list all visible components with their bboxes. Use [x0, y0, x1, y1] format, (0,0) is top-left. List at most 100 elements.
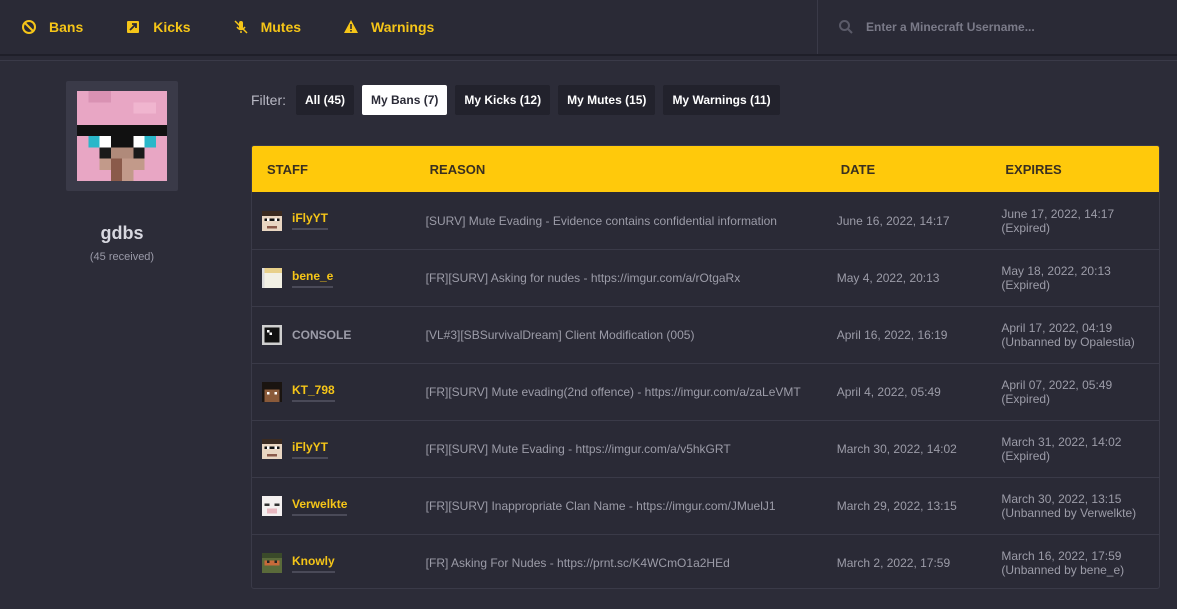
header-staff: STAFF [267, 161, 308, 177]
expires-status: (Unbanned by bene_e) [1001, 563, 1125, 577]
nav-bans-label: Bans [49, 19, 84, 35]
nav-warnings-label: Warnings [371, 19, 435, 35]
expires-date: March 30, 2022, 13:15 [1001, 492, 1122, 506]
staff-head-icon [262, 268, 282, 288]
table-row[interactable]: KT_798 [FR][SURV] Mute evading(2nd offen… [252, 363, 1159, 420]
expires-cell: April 17, 2022, 04:19 (Unbanned by Opale… [991, 321, 1159, 349]
nav-mutes-label: Mutes [260, 19, 302, 35]
reason-cell: [FR][SURV] Mute Evading - https://imgur.… [425, 442, 731, 456]
expires-cell: June 17, 2022, 14:17 (Expired) [991, 207, 1159, 235]
table-row[interactable]: Knowly [FR] Asking For Nudes - https://p… [252, 534, 1159, 588]
staff-cell: bene_e [252, 268, 414, 288]
expires-date: March 31, 2022, 14:02 [1001, 435, 1122, 449]
table-body: iFlyYT [SURV] Mute Evading - Evidence co… [252, 192, 1159, 588]
staff-head-icon [262, 439, 282, 459]
date-cell: May 4, 2022, 20:13 [836, 271, 940, 285]
ban-icon [22, 20, 36, 34]
bans-table: STAFF REASON DATE EXPIRES iFlyYT [SURV] … [251, 145, 1160, 589]
staff-name-link[interactable]: Verwelkte [292, 497, 348, 516]
expires-status: (Unbanned by Opalestia) [1001, 335, 1135, 349]
reason-cell: [SURV] Mute Evading - Evidence contains … [425, 213, 777, 228]
filter-my-warnings[interactable]: My Warnings (11) [663, 85, 780, 115]
staff-cell: iFlyYT [252, 439, 414, 459]
player-head-icon [77, 91, 167, 181]
expires-date: April 07, 2022, 05:49 [1001, 378, 1113, 392]
filter-label: Filter: [251, 92, 286, 108]
expires-date: June 17, 2022, 14:17 [1001, 206, 1115, 221]
staff-name-link[interactable]: KT_798 [292, 383, 335, 402]
nav-warnings[interactable]: Warnings [322, 0, 455, 54]
header-expires: EXPIRES [1005, 161, 1062, 177]
filter-my-kicks[interactable]: My Kicks (12) [455, 85, 551, 115]
reason-cell: [FR][SURV] Mute evading(2nd offence) - h… [425, 385, 801, 399]
expires-cell: March 31, 2022, 14:02 (Expired) [991, 435, 1159, 463]
staff-cell: iFlyYT [252, 210, 414, 231]
reason-cell: [FR] Asking For Nudes - https://prnt.sc/… [425, 556, 730, 570]
search-input[interactable] [866, 20, 1156, 34]
filter-bar: Filter: All (45) My Bans (7) My Kicks (1… [251, 85, 788, 115]
table-row[interactable]: iFlyYT [SURV] Mute Evading - Evidence co… [252, 192, 1159, 249]
main-content: gdbs (45 received) Filter: All (45) My B… [0, 60, 1177, 609]
date-cell: June 16, 2022, 14:17 [836, 213, 950, 228]
staff-cell: Knowly [252, 553, 414, 573]
warning-icon [344, 20, 359, 33]
expires-status: (Expired) [1001, 392, 1051, 406]
avatar [66, 81, 178, 191]
mute-icon [234, 20, 248, 34]
table-row[interactable]: CONSOLE [VL#3][SBSurvivalDream] Client M… [252, 306, 1159, 363]
date-cell: March 2, 2022, 17:59 [836, 556, 951, 570]
table-row[interactable]: iFlyYT [FR][SURV] Mute Evading - https:/… [252, 420, 1159, 477]
nav-mutes[interactable]: Mutes [212, 0, 322, 54]
staff-head-icon [262, 496, 282, 516]
nav-bans[interactable]: Bans [0, 0, 104, 54]
profile-received-count: (45 received) [89, 251, 155, 263]
top-navbar: Bans Kicks Mutes Warnings [0, 0, 1177, 56]
expires-date: March 16, 2022, 17:59 [1001, 549, 1122, 563]
search-icon [839, 20, 853, 34]
expires-status: (Expired) [1001, 278, 1051, 292]
filter-my-mutes[interactable]: My Mutes (15) [558, 85, 656, 115]
date-cell: March 30, 2022, 14:02 [836, 442, 957, 456]
console-icon [262, 325, 282, 345]
table-row[interactable]: bene_e [FR][SURV] Asking for nudes - htt… [252, 249, 1159, 306]
nav-menu: Bans Kicks Mutes Warnings [0, 0, 818, 54]
expires-cell: March 16, 2022, 17:59 (Unbanned by bene_… [991, 549, 1159, 577]
staff-name-console: CONSOLE [292, 328, 352, 342]
staff-name-link[interactable]: bene_e [292, 269, 334, 288]
filter-my-bans[interactable]: My Bans (7) [362, 85, 448, 115]
staff-name-link[interactable]: Knowly [292, 554, 335, 573]
reason-cell: [FR][SURV] Inappropriate Clan Name - htt… [425, 499, 776, 513]
header-date: DATE [840, 161, 876, 177]
expires-status: (Expired) [1001, 220, 1051, 235]
expires-cell: April 07, 2022, 05:49 (Expired) [991, 378, 1159, 406]
staff-name-link[interactable]: iFlyYT [292, 211, 329, 230]
table-header: STAFF REASON DATE EXPIRES [252, 146, 1159, 192]
expires-date: April 17, 2022, 04:19 [1001, 321, 1113, 335]
table-row[interactable]: Verwelkte [FR][SURV] Inappropriate Clan … [252, 477, 1159, 534]
staff-head-icon [262, 553, 282, 573]
staff-name-link[interactable]: iFlyYT [292, 440, 329, 459]
nav-kicks[interactable]: Kicks [104, 0, 211, 54]
expires-cell: March 30, 2022, 13:15 (Unbanned by Verwe… [991, 492, 1159, 520]
staff-cell: CONSOLE [252, 325, 414, 345]
search-bar [820, 0, 1177, 54]
date-cell: March 29, 2022, 13:15 [836, 499, 957, 513]
nav-kicks-label: Kicks [153, 19, 191, 35]
player-profile: gdbs (45 received) [0, 61, 244, 609]
date-cell: April 16, 2022, 16:19 [836, 328, 948, 342]
expires-status: (Unbanned by Verwelkte) [1001, 506, 1137, 520]
profile-username: gdbs [100, 223, 144, 243]
staff-cell: Verwelkte [252, 496, 414, 516]
expires-date: May 18, 2022, 20:13 [1001, 264, 1111, 278]
expires-status: (Expired) [1001, 449, 1051, 463]
date-cell: April 4, 2022, 05:49 [836, 385, 941, 399]
header-reason: REASON [429, 161, 486, 177]
expires-cell: May 18, 2022, 20:13 (Expired) [991, 264, 1159, 292]
reason-cell: [FR][SURV] Asking for nudes - https://im… [425, 271, 741, 285]
staff-head-icon [262, 382, 282, 402]
staff-cell: KT_798 [252, 382, 414, 402]
staff-head-icon [262, 210, 282, 231]
kick-icon [127, 21, 140, 33]
reason-cell: [VL#3][SBSurvivalDream] Client Modificat… [425, 328, 695, 342]
filter-all[interactable]: All (45) [296, 85, 355, 115]
